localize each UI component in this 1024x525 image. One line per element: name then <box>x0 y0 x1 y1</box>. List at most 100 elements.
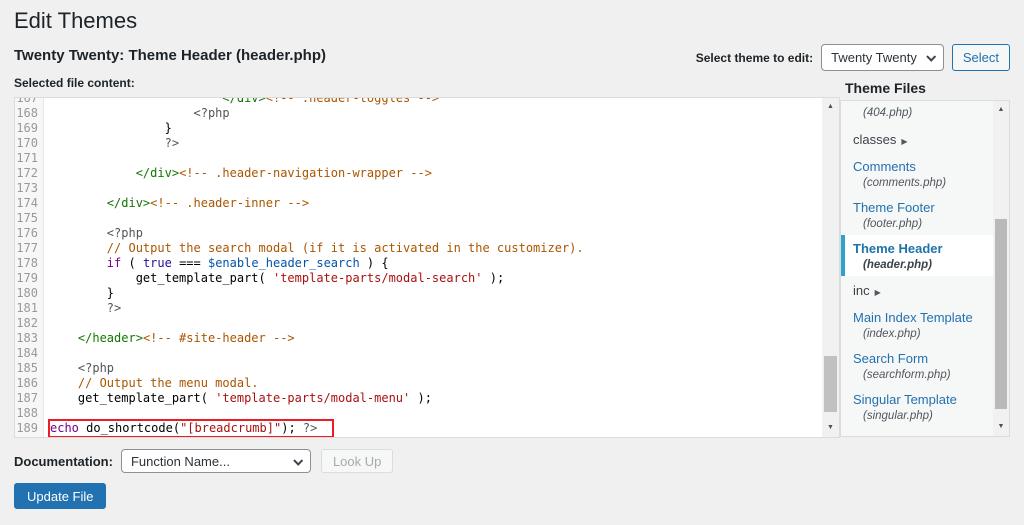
code-line[interactable]: <?php <box>44 226 143 241</box>
file-item[interactable]: Main Index Template(index.php) <box>841 304 993 345</box>
file-path: (index.php) <box>853 325 993 340</box>
code-line[interactable]: ?> <box>44 301 121 316</box>
code-line[interactable]: } <box>44 286 114 301</box>
code-line[interactable]: ?> <box>44 136 179 151</box>
code-line[interactable] <box>44 406 49 421</box>
file-path: (searchform.php) <box>853 366 993 381</box>
line-number: 168 <box>15 106 44 121</box>
file-link[interactable]: Theme Header <box>853 241 993 256</box>
file-link[interactable]: Singular Template <box>853 392 993 407</box>
code-line-row: 179 get_template_part( 'template-parts/m… <box>15 271 822 286</box>
theme-select-dropdown[interactable]: Twenty Twenty <box>821 44 944 71</box>
theme-files-list: (404.php)classes▶Comments(comments.php)T… <box>840 100 1010 437</box>
scroll-up-icon[interactable]: ▲ <box>993 103 1009 117</box>
code-token <box>49 361 78 375</box>
file-link[interactable]: Theme Footer <box>853 200 993 215</box>
selected-file-content-label: Selected file content: <box>14 76 135 90</box>
edit-themes-page: Edit Themes Twenty Twenty: Theme Header … <box>0 0 1024 525</box>
code-token <box>49 241 107 255</box>
code-editor[interactable]: 167 </div><!-- .header-toggles -->168 <?… <box>14 97 840 438</box>
look-up-button[interactable]: Look Up <box>321 449 393 473</box>
update-file-button[interactable]: Update File <box>14 483 106 509</box>
code-token: ?> <box>303 421 317 435</box>
folder-arrow-icon: ▶ <box>875 288 881 297</box>
editor-scrollbar[interactable]: ▲ ▼ <box>822 98 839 437</box>
editor-scrollbar-thumb[interactable] <box>824 356 837 412</box>
code-token: <!-- #site-header --> <box>143 331 295 345</box>
code-line[interactable]: </div><!-- .header-navigation-wrapper --… <box>44 166 432 181</box>
code-token <box>49 106 194 120</box>
code-token: get_template_part( <box>136 271 273 285</box>
code-line[interactable]: get_template_part( 'template-parts/modal… <box>44 271 504 286</box>
code-token: <?php <box>78 361 114 375</box>
code-line[interactable]: } <box>44 121 172 136</box>
chevron-down-icon <box>293 456 303 466</box>
code-token: </div> <box>107 196 150 210</box>
code-line[interactable] <box>44 211 49 226</box>
code-area[interactable]: 167 </div><!-- .header-toggles -->168 <?… <box>15 98 822 437</box>
filelist-scrollbar[interactable]: ▲ ▼ <box>993 101 1009 436</box>
file-item[interactable]: Theme Footer(footer.php) <box>841 194 993 235</box>
code-line-row: 176 <?php <box>15 226 822 241</box>
code-line-row: 180 } <box>15 286 822 301</box>
code-line[interactable]: </div><!-- .header-inner --> <box>44 196 309 211</box>
code-line[interactable]: <?php <box>44 106 230 121</box>
code-line[interactable] <box>44 316 49 331</box>
file-path-partial[interactable]: (404.php) <box>841 103 993 125</box>
file-item[interactable]: Theme Header(header.php) <box>841 235 993 276</box>
code-token: true <box>143 256 172 270</box>
code-line[interactable]: </div><!-- .header-toggles --> <box>44 98 439 106</box>
file-item[interactable]: Search Form(searchform.php) <box>841 345 993 386</box>
line-number: 170 <box>15 136 44 151</box>
code-token: $enable_header_search <box>208 256 360 270</box>
code-line[interactable]: </header><!-- #site-header --> <box>44 331 295 346</box>
line-number: 176 <box>15 226 44 241</box>
file-link[interactable]: Main Index Template <box>853 310 993 325</box>
folder-item-classes[interactable]: classes▶ <box>841 125 993 153</box>
line-number: 185 <box>15 361 44 376</box>
folder-item-inc[interactable]: inc ▶ <box>841 276 993 304</box>
file-link[interactable]: Search Form <box>853 351 993 366</box>
file-path: (singular.php) <box>853 407 993 422</box>
folder-item-template-parts[interactable]: template-parts▶ <box>841 427 993 436</box>
theme-select-value: Twenty Twenty <box>831 50 917 65</box>
code-token: </header> <box>78 331 143 345</box>
file-link[interactable]: Comments <box>853 159 993 174</box>
theme-selector-row: Select theme to edit: Twenty Twenty Sele… <box>696 44 1010 71</box>
code-line[interactable]: echo do_shortcode("[breadcrumb]"); ?> <box>44 421 332 436</box>
scroll-down-icon[interactable]: ▼ <box>993 420 1009 434</box>
code-token <box>49 271 136 285</box>
code-line[interactable]: // Output the menu modal. <box>44 376 259 391</box>
code-line[interactable]: if ( true === $enable_header_search ) { <box>44 256 389 271</box>
code-line[interactable] <box>44 181 49 196</box>
scroll-up-icon[interactable]: ▲ <box>822 100 839 114</box>
code-line-row: 181 ?> <box>15 301 822 316</box>
code-line-row: 184 <box>15 346 822 361</box>
line-number: 181 <box>15 301 44 316</box>
code-token: </div> <box>136 166 179 180</box>
code-line[interactable]: // Output the search modal (if it is act… <box>44 241 584 256</box>
code-token: === <box>172 256 208 270</box>
code-line[interactable]: <?php <box>44 361 114 376</box>
scroll-down-icon[interactable]: ▼ <box>822 421 839 435</box>
code-line-row: 182 <box>15 316 822 331</box>
folder-label: inc <box>853 283 870 298</box>
code-token: ) { <box>360 256 389 270</box>
line-number: 167 <box>15 98 44 106</box>
code-line[interactable] <box>44 346 49 361</box>
code-line[interactable]: get_template_part( 'template-parts/modal… <box>44 391 432 406</box>
file-item[interactable]: Comments(comments.php) <box>841 153 993 194</box>
code-line-row: 172 </div><!-- .header-navigation-wrappe… <box>15 166 822 181</box>
code-token: do_shortcode( <box>79 421 180 435</box>
select-theme-button[interactable]: Select <box>952 44 1010 71</box>
code-token: // Output the search modal (if it is act… <box>107 241 584 255</box>
code-token: <!-- .header-inner --> <box>150 196 309 210</box>
filelist-scrollbar-thumb[interactable] <box>995 219 1007 409</box>
code-line-row: 169 } <box>15 121 822 136</box>
highlighted-code-box[interactable]: echo do_shortcode("[breadcrumb]"); ?> <box>50 421 332 436</box>
code-token <box>49 301 107 315</box>
function-name-dropdown[interactable]: Function Name... <box>121 449 311 473</box>
code-line[interactable] <box>44 151 49 166</box>
file-item[interactable]: Singular Template(singular.php) <box>841 386 993 427</box>
line-number: 188 <box>15 406 44 421</box>
